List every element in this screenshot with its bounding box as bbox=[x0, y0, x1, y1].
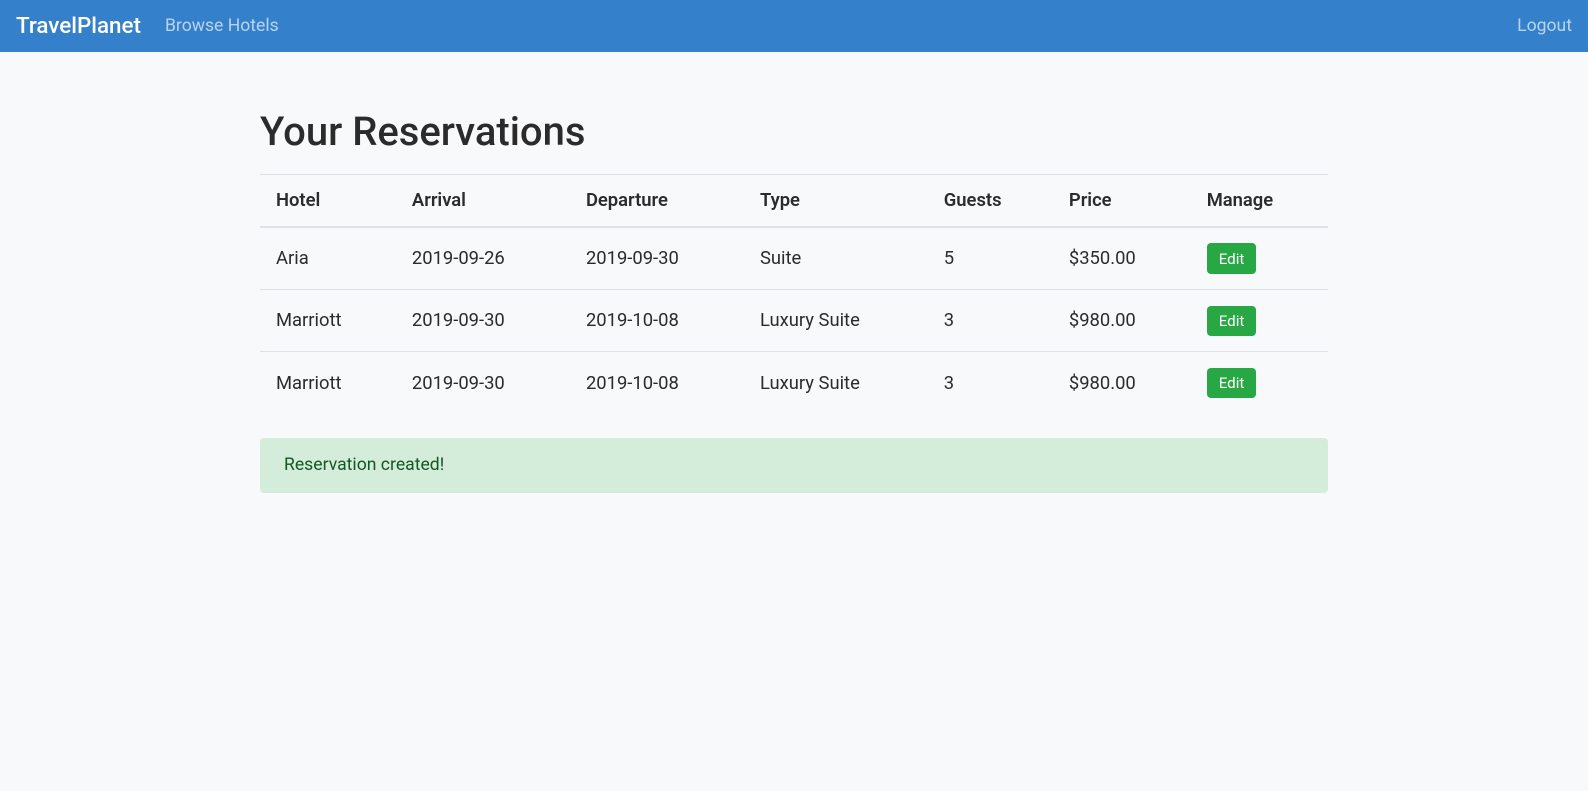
success-alert: Reservation created! bbox=[260, 438, 1328, 493]
col-price: Price bbox=[1053, 174, 1191, 227]
navbar-left: TravelPlanet Browse Hotels bbox=[16, 13, 279, 39]
cell-hotel: Marriott bbox=[260, 352, 396, 414]
cell-guests: 5 bbox=[928, 227, 1053, 290]
col-guests: Guests bbox=[928, 174, 1053, 227]
col-hotel: Hotel bbox=[260, 174, 396, 227]
reservations-table: Hotel Arrival Departure Type Guests Pric… bbox=[260, 174, 1328, 414]
edit-button[interactable]: Edit bbox=[1207, 368, 1257, 399]
brand-link[interactable]: TravelPlanet bbox=[16, 13, 141, 39]
cell-type: Luxury Suite bbox=[744, 290, 928, 352]
navbar: TravelPlanet Browse Hotels Logout bbox=[0, 0, 1588, 52]
table-row: Aria 2019-09-26 2019-09-30 Suite 5 $350.… bbox=[260, 227, 1328, 290]
cell-type: Suite bbox=[744, 227, 928, 290]
col-type: Type bbox=[744, 174, 928, 227]
cell-manage: Edit bbox=[1191, 290, 1328, 352]
logout-link[interactable]: Logout bbox=[1517, 16, 1572, 36]
cell-manage: Edit bbox=[1191, 227, 1328, 290]
cell-arrival: 2019-09-30 bbox=[396, 352, 570, 414]
navbar-right: Logout bbox=[1517, 16, 1572, 36]
cell-arrival: 2019-09-30 bbox=[396, 290, 570, 352]
edit-button[interactable]: Edit bbox=[1207, 306, 1257, 337]
cell-departure: 2019-09-30 bbox=[570, 227, 744, 290]
table-row: Marriott 2019-09-30 2019-10-08 Luxury Su… bbox=[260, 352, 1328, 414]
page-title: Your Reservations bbox=[260, 108, 1328, 155]
cell-guests: 3 bbox=[928, 290, 1053, 352]
table-row: Marriott 2019-09-30 2019-10-08 Luxury Su… bbox=[260, 290, 1328, 352]
cell-price: $980.00 bbox=[1053, 352, 1191, 414]
cell-arrival: 2019-09-26 bbox=[396, 227, 570, 290]
cell-guests: 3 bbox=[928, 352, 1053, 414]
cell-departure: 2019-10-08 bbox=[570, 290, 744, 352]
edit-button[interactable]: Edit bbox=[1207, 243, 1257, 274]
col-departure: Departure bbox=[570, 174, 744, 227]
browse-hotels-link[interactable]: Browse Hotels bbox=[165, 16, 279, 36]
table-header-row: Hotel Arrival Departure Type Guests Pric… bbox=[260, 174, 1328, 227]
cell-type: Luxury Suite bbox=[744, 352, 928, 414]
cell-hotel: Aria bbox=[260, 227, 396, 290]
cell-price: $350.00 bbox=[1053, 227, 1191, 290]
cell-manage: Edit bbox=[1191, 352, 1328, 414]
cell-departure: 2019-10-08 bbox=[570, 352, 744, 414]
main-container: Your Reservations Hotel Arrival Departur… bbox=[244, 52, 1344, 509]
cell-price: $980.00 bbox=[1053, 290, 1191, 352]
col-manage: Manage bbox=[1191, 174, 1328, 227]
col-arrival: Arrival bbox=[396, 174, 570, 227]
cell-hotel: Marriott bbox=[260, 290, 396, 352]
